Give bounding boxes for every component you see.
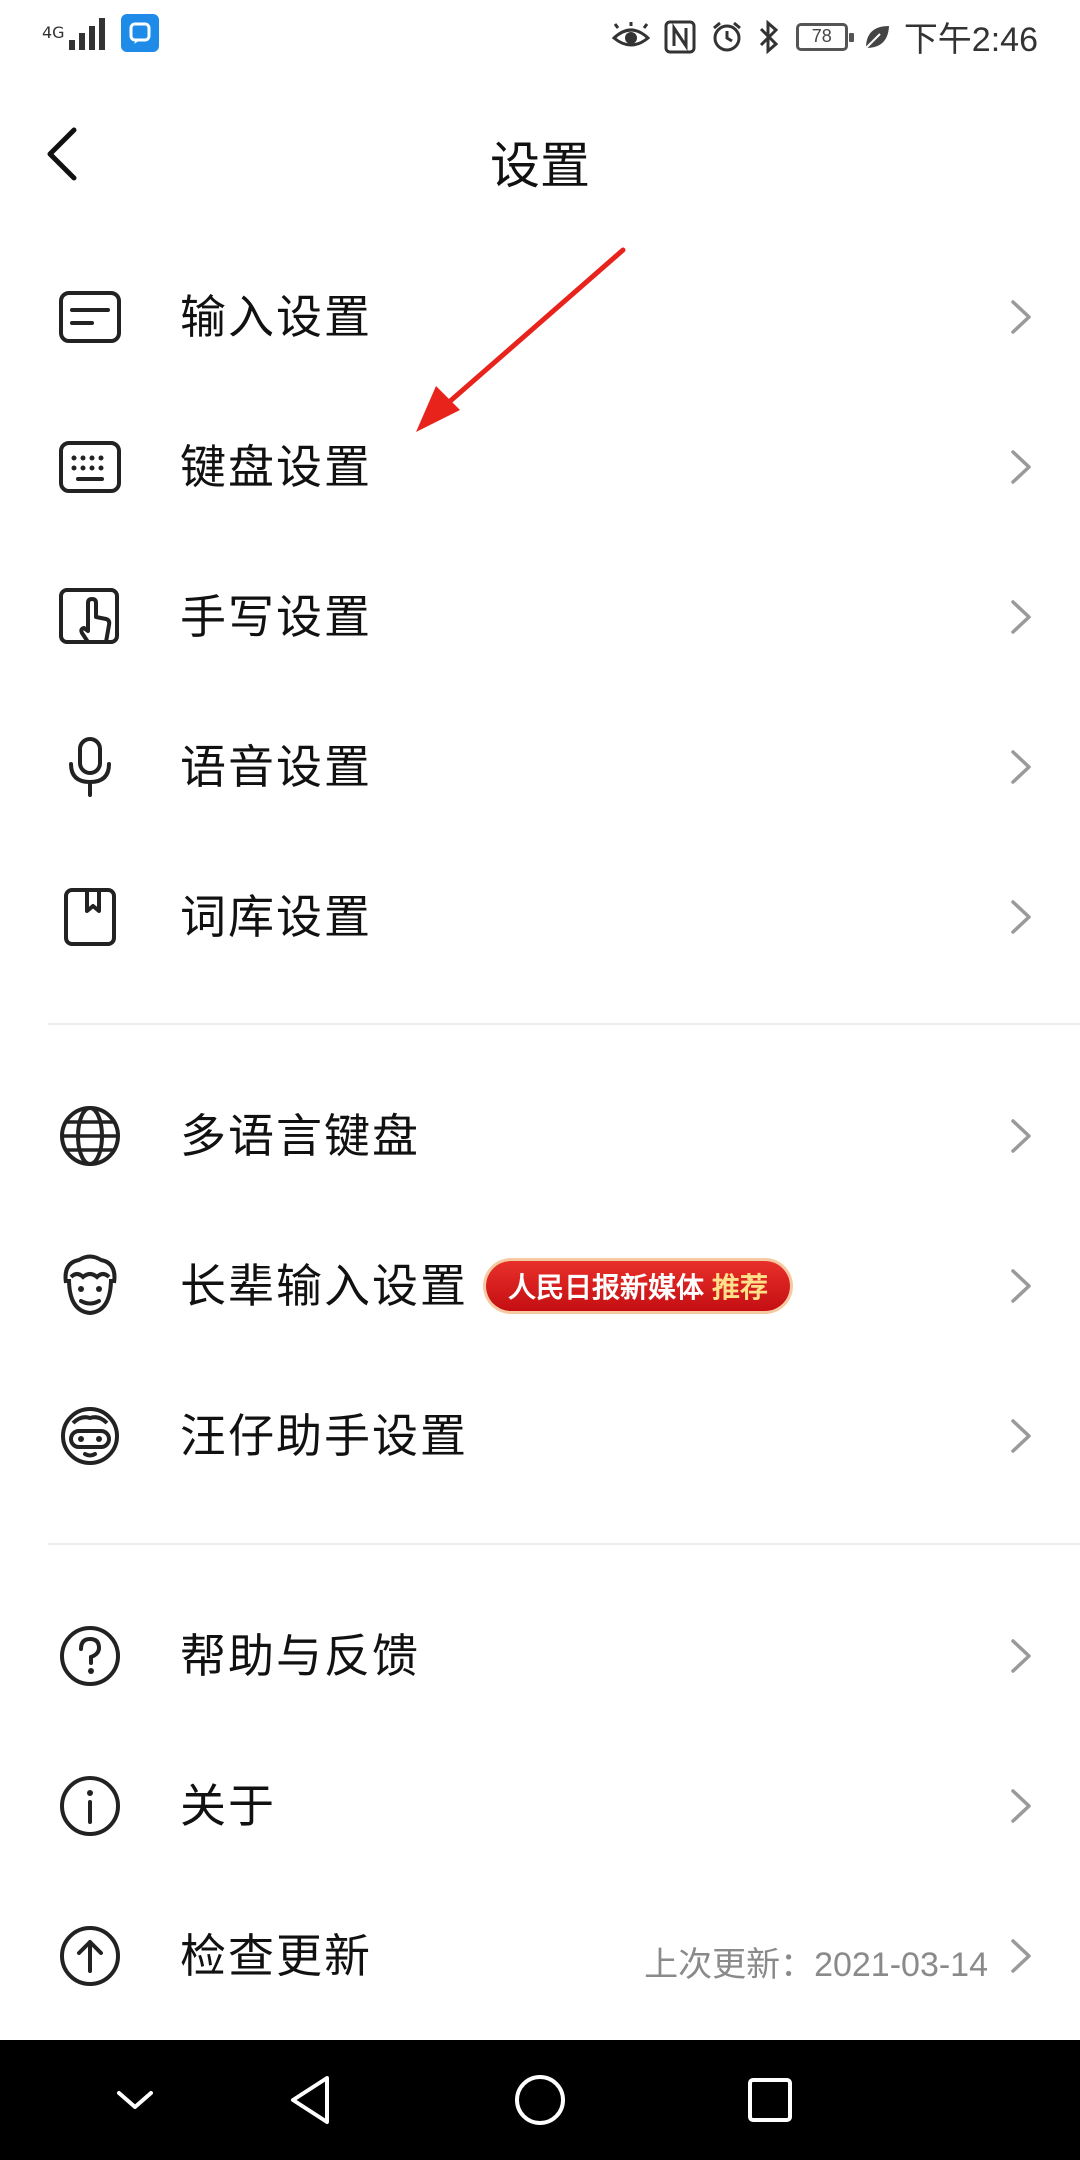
section-divider (48, 1543, 1080, 1545)
battery-icon: 78 (795, 22, 854, 51)
nav-collapse-button[interactable] (95, 2060, 175, 2140)
nav-back-button[interactable] (270, 2060, 350, 2140)
input-icon (52, 287, 128, 347)
chevron-right-icon (1011, 450, 1031, 484)
chevron-right-icon (1011, 1269, 1031, 1303)
settings-item-label: 检查更新 (180, 1929, 372, 1983)
nfc-icon (664, 20, 696, 53)
settings-item-label: 键盘设置 (180, 440, 372, 494)
page-title: 设置 (490, 137, 590, 195)
elder-icon (52, 1254, 128, 1316)
nav-recents-icon (748, 2078, 792, 2122)
status-bar-left: 4G (42, 14, 159, 52)
settings-item-label: 输入设置 (180, 290, 372, 344)
settings-item-label: 词库设置 (180, 890, 372, 944)
chevron-right-icon (1011, 600, 1031, 634)
chevron-right-icon (1011, 900, 1031, 934)
chevron-right-icon (1011, 1939, 1031, 1973)
chevron-right-icon (1011, 1789, 1031, 1823)
leaf-icon (865, 25, 889, 49)
settings-item-multilanguage[interactable]: 多语言键盘 (0, 1061, 1080, 1211)
network-type: 4G (42, 25, 65, 41)
settings-item-label: 长辈输入设置 (180, 1259, 468, 1313)
handwriting-icon (52, 587, 128, 647)
nav-home-icon (515, 2075, 565, 2125)
settings-item-label: 帮助与反馈 (180, 1629, 420, 1683)
status-time: 下午2:46 (903, 21, 1038, 59)
info-icon (52, 1776, 128, 1836)
chevron-right-icon (1011, 1119, 1031, 1153)
nav-back-icon (291, 2076, 329, 2124)
bluetooth-icon (759, 19, 779, 54)
settings-item-check-update[interactable]: 检查更新 上次更新：2021-03-14 (0, 1881, 1080, 2031)
settings-item-elder-input[interactable]: 长辈输入设置 人民日报新媒体 推荐 (0, 1211, 1080, 1361)
settings-item-keyboard[interactable]: 键盘设置 (0, 392, 1080, 542)
globe-icon (52, 1106, 128, 1166)
settings-item-handwriting[interactable]: 手写设置 (0, 542, 1080, 692)
keyboard-icon (52, 437, 128, 497)
settings-item-help-feedback[interactable]: 帮助与反馈 (0, 1581, 1080, 1731)
dictionary-icon (52, 887, 128, 947)
chevron-right-icon (1011, 300, 1031, 334)
nav-home-button[interactable] (500, 2060, 580, 2140)
settings-item-about[interactable]: 关于 (0, 1731, 1080, 1881)
settings-item-label: 多语言键盘 (180, 1109, 420, 1163)
settings-item-label: 语音设置 (180, 740, 372, 794)
promo-badge-tag: 推荐 (712, 1271, 769, 1304)
alarm-icon (712, 21, 741, 51)
settings-item-voice[interactable]: 语音设置 (0, 692, 1080, 842)
settings-item-assistant[interactable]: 汪仔助手设置 (0, 1361, 1080, 1511)
navigation-bar (0, 2040, 1080, 2160)
promo-badge: 人民日报新媒体 推荐 (486, 1261, 791, 1311)
nav-recents-button[interactable] (730, 2060, 810, 2140)
nav-collapse-icon (117, 2091, 153, 2109)
eye-icon (611, 21, 650, 46)
microphone-icon (52, 737, 128, 797)
update-icon (52, 1926, 128, 1986)
status-bar-right: 78 下午2:46 (598, 12, 1038, 61)
settings-item-label: 手写设置 (180, 590, 372, 644)
app-notification-icon (120, 14, 159, 52)
header: 设置 (0, 100, 1080, 210)
help-icon (52, 1626, 128, 1686)
settings-item-label: 关于 (180, 1779, 276, 1833)
last-update-text: 上次更新：2021-03-14 (644, 1946, 988, 1984)
chevron-right-icon (1011, 750, 1031, 784)
section-divider (48, 1023, 1080, 1025)
chevron-right-icon (1011, 1639, 1031, 1673)
settings-item-input[interactable]: 输入设置 (0, 242, 1080, 392)
settings-item-label: 汪仔助手设置 (180, 1409, 468, 1463)
settings-item-dictionary[interactable]: 词库设置 (0, 842, 1080, 992)
network-type-label: 4G (42, 23, 65, 42)
assistant-icon (52, 1406, 128, 1466)
status-bar: 4G 78 下午2:46 (0, 0, 1080, 72)
chevron-right-icon (1011, 1419, 1031, 1453)
signal-icon (68, 18, 105, 50)
promo-badge-text: 人民日报新媒体 (508, 1271, 705, 1304)
battery-level: 78 (811, 26, 832, 46)
